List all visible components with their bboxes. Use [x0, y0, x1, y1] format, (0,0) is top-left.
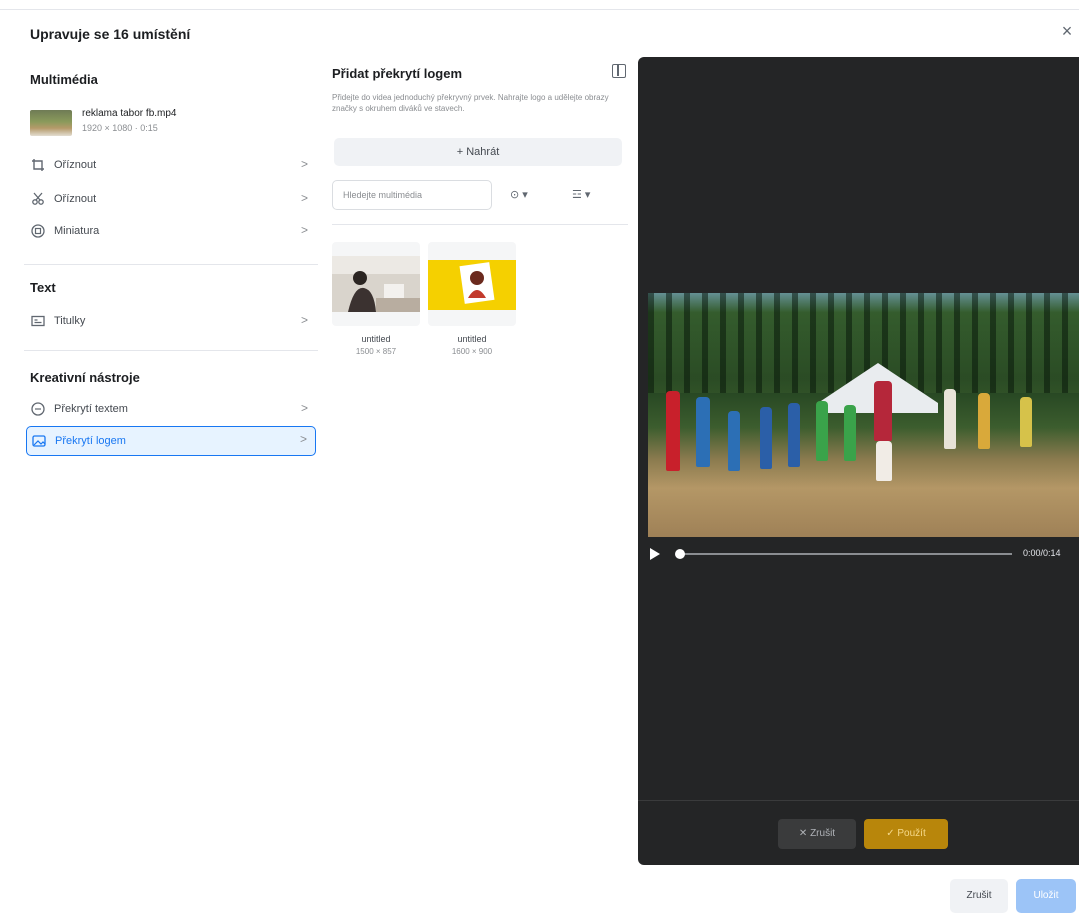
panel-layout-icon[interactable]: [612, 64, 626, 78]
preview-divider: [638, 800, 1079, 801]
video-person: [816, 401, 828, 461]
video-person: [788, 403, 800, 467]
video-person: [978, 393, 990, 449]
video-person: [844, 405, 856, 461]
preview-apply-button[interactable]: ✓ Použít: [864, 819, 948, 849]
video-person: [944, 389, 956, 449]
video-preview-panel: 0:00/0:14 ✕ Zrušit ✓ Použít: [638, 57, 1079, 865]
creative-tools-heading: Kreativní nástroje: [30, 370, 140, 385]
tile-image-yellow: [428, 260, 516, 310]
media-thumbnail: [30, 110, 72, 136]
media-tile[interactable]: untitled 1600 × 900: [428, 242, 516, 370]
multimedia-heading: Multimédia: [30, 72, 98, 87]
video-person: [696, 397, 710, 467]
media-file-name: reklama tabor fb.mp4: [82, 108, 177, 119]
tool-text-overlay[interactable]: Překrytí textem >: [30, 396, 316, 422]
filter-dropdown[interactable]: ⊙ ▾: [510, 180, 528, 210]
chevron-right-icon: >: [300, 157, 308, 171]
video-person: [728, 411, 740, 471]
video-player-controls: 0:00/0:14: [648, 539, 1079, 569]
top-divider: [0, 0, 1079, 10]
tool-trim-label: Oříznout: [54, 193, 97, 205]
tool-trim[interactable]: Oříznout >: [30, 186, 316, 212]
upload-button[interactable]: + Nahrát: [334, 138, 622, 166]
dialog-title: Upravuje se 16 umístění: [30, 26, 191, 42]
logo-overlay-icon: [31, 433, 47, 449]
crop-icon: [30, 157, 46, 173]
cancel-button[interactable]: Zrušit: [950, 879, 1008, 913]
tool-crop[interactable]: Oříznout >: [30, 152, 316, 178]
tool-thumbnail-label: Miniatura: [54, 225, 100, 237]
text-heading: Text: [30, 280, 56, 295]
edit-placements-dialog: Upravuje se 16 umístění × Multimédia rek…: [0, 0, 1079, 915]
trim-icon: [30, 191, 46, 207]
media-tile-size: 1500 × 857: [355, 347, 397, 356]
chevron-right-icon: >: [300, 223, 308, 237]
chevron-right-icon: >: [300, 191, 308, 205]
tool-captions-label: Titulky: [54, 315, 86, 327]
media-search-input[interactable]: Hledejte multimédia: [332, 180, 492, 210]
sort-dropdown[interactable]: ☲ ▾: [572, 180, 590, 210]
preview-cancel-button[interactable]: ✕ Zrušit: [778, 819, 856, 849]
video-person: [874, 381, 892, 441]
media-tile-frame: [428, 242, 516, 326]
thumbnail-icon: [30, 223, 46, 239]
video-person: [760, 407, 772, 469]
media-tile[interactable]: untitled 1500 × 857: [332, 242, 420, 370]
tile-image-office: [332, 256, 420, 312]
panel-title: Přidat překrytí logem: [332, 66, 463, 81]
tool-logo-overlay[interactable]: Překrytí logem >: [26, 426, 316, 456]
play-icon[interactable]: [650, 548, 660, 560]
tool-logo-overlay-label: Překrytí logem: [55, 435, 126, 447]
tool-text-overlay-label: Překrytí textem: [54, 403, 128, 415]
chevron-right-icon: >: [300, 313, 308, 327]
media-file-meta: 1920 × 1080 · 0:15: [82, 123, 158, 133]
seek-bar[interactable]: [678, 553, 1012, 555]
video-person: [876, 441, 892, 481]
media-tile-frame: [332, 242, 420, 326]
tool-crop-label: Oříznout: [54, 159, 97, 171]
video-person: [666, 391, 680, 471]
video-frame[interactable]: [648, 293, 1079, 537]
media-tile-name: untitled: [361, 334, 391, 344]
media-tile-size: 1600 × 900: [451, 347, 493, 356]
video-time: 0:00/0:14: [1023, 548, 1061, 558]
chevron-right-icon: >: [300, 401, 308, 415]
section-divider: [24, 264, 318, 265]
tool-captions[interactable]: Titulky >: [30, 308, 316, 334]
video-person: [1020, 397, 1032, 447]
tool-thumbnail[interactable]: Miniatura >: [30, 218, 316, 244]
panel-divider: [332, 224, 628, 225]
seek-handle[interactable]: [675, 549, 685, 559]
close-icon[interactable]: ×: [1058, 22, 1076, 40]
media-file: reklama tabor fb.mp4 1920 × 1080 · 0:15: [30, 106, 310, 140]
captions-icon: [30, 313, 46, 329]
section-divider: [24, 350, 318, 351]
text-overlay-icon: [30, 401, 46, 417]
media-tile-name: untitled: [457, 334, 487, 344]
chevron-right-icon: >: [299, 432, 307, 446]
panel-description: Přidejte do videa jednoduchý překryvný p…: [332, 93, 609, 113]
save-button[interactable]: Uložit: [1016, 879, 1076, 913]
